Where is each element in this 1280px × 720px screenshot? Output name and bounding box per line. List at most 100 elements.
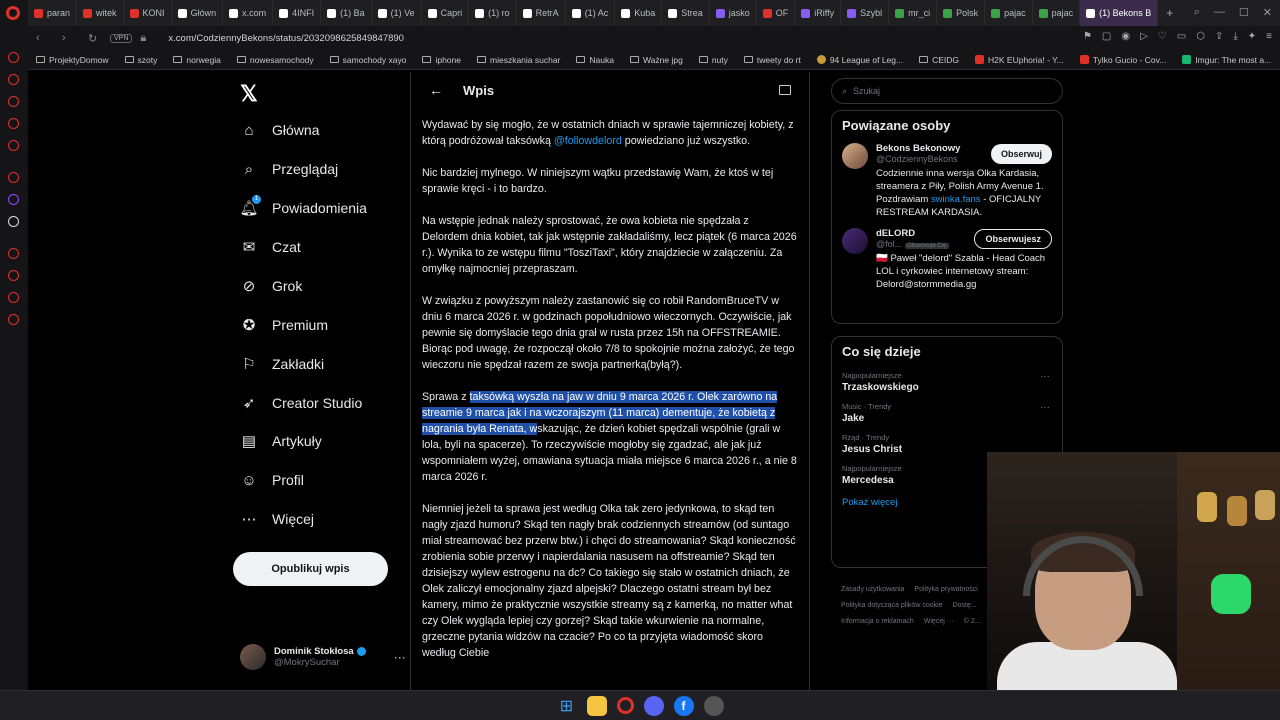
- browser-tab[interactable]: Strea: [662, 0, 710, 26]
- browser-tab[interactable]: (1) ro: [469, 0, 517, 26]
- reader-mode-icon[interactable]: [779, 85, 791, 95]
- browser-tab[interactable]: (1) Ba: [321, 0, 372, 26]
- menu-icon[interactable]: ≡: [1266, 31, 1272, 42]
- follow-button[interactable]: Obserwuj: [990, 144, 1052, 164]
- bookmark-folder[interactable]: nuty: [691, 55, 736, 65]
- browser-tab[interactable]: x.com: [223, 0, 274, 26]
- x-icon[interactable]: [8, 216, 19, 227]
- post-button[interactable]: Opublikuj wpis: [233, 552, 388, 586]
- bookmark-link[interactable]: Tylko Gucio - Cov...: [1072, 55, 1175, 65]
- mention-link[interactable]: @followdelord: [554, 135, 622, 147]
- wallet-icon[interactable]: ▭: [1177, 31, 1186, 42]
- browser-tab[interactable]: KONI: [124, 0, 172, 26]
- search-input[interactable]: ⌕ Szukaj: [831, 78, 1063, 104]
- url-field[interactable]: x.com/CodziennyBekons/status/20320986258…: [168, 33, 404, 44]
- search-tabs-icon[interactable]: ⌕: [1194, 6, 1200, 19]
- trend-more-icon[interactable]: ···: [1040, 371, 1050, 382]
- snapshot-icon[interactable]: ▢: [1102, 31, 1111, 42]
- opera-logo-icon[interactable]: [6, 6, 20, 20]
- minimize-icon[interactable]: —: [1214, 6, 1225, 19]
- sidebar-app-icon[interactable]: [8, 118, 19, 129]
- maximize-icon[interactable]: ☐: [1239, 6, 1249, 19]
- footer-link[interactable]: Więcej ···: [924, 618, 954, 625]
- bookmark-folder[interactable]: tweety do rt: [736, 55, 809, 65]
- trend-more-icon[interactable]: ···: [1040, 402, 1050, 413]
- post-text[interactable]: Wydawać by się mogło, że w ostatnich dni…: [411, 108, 809, 661]
- browser-tab[interactable]: Capri: [422, 0, 470, 26]
- browser-tab[interactable]: witek: [77, 0, 124, 26]
- x-logo-icon[interactable]: 𝕏: [240, 81, 258, 107]
- bookmark-folder[interactable]: mieszkania suchar: [469, 55, 568, 65]
- nav-premium[interactable]: ✪ Premium: [240, 316, 328, 334]
- footer-link[interactable]: Zasady użytkowania: [841, 586, 904, 593]
- nav-creator-studio[interactable]: ➶ Creator Studio: [240, 394, 363, 412]
- account-more-icon[interactable]: ···: [394, 650, 406, 664]
- browser-tab[interactable]: pajac: [985, 0, 1033, 26]
- vpn-badge[interactable]: VPN: [110, 33, 133, 43]
- sidebar-app-icon[interactable]: [8, 270, 19, 281]
- new-tab-button[interactable]: +: [1158, 6, 1181, 20]
- play-icon[interactable]: ▷: [1140, 31, 1148, 42]
- trend-item[interactable]: Najpopularniejsze Trzaskowskiego ···: [832, 366, 1062, 397]
- nav-chat[interactable]: ✉ Czat: [240, 238, 301, 256]
- bookmark-folder[interactable]: Nauka: [568, 55, 622, 65]
- browser-tab[interactable]: RetrA: [517, 0, 566, 26]
- browser-tab[interactable]: jasko: [710, 0, 757, 26]
- account-switcher[interactable]: Dominik Stokłosa @MokrySuchar ···: [240, 644, 406, 670]
- browser-tab[interactable]: OF: [757, 0, 796, 26]
- discord-icon[interactable]: [643, 695, 664, 716]
- sidebar-app-icon[interactable]: [8, 74, 19, 85]
- following-button[interactable]: Obserwujesz: [974, 229, 1052, 249]
- camera-icon[interactable]: ◉: [1121, 31, 1130, 42]
- related-person[interactable]: Bekons Bekonowy @CodziennyBekons Codzien…: [832, 140, 1062, 225]
- footer-link[interactable]: Polityka dotycząca plików cookie: [841, 602, 943, 609]
- footer-link[interactable]: Polityka prywatności: [914, 586, 977, 593]
- browser-tab[interactable]: Kuba: [615, 0, 663, 26]
- nav-articles[interactable]: ▤ Artykuły: [240, 432, 322, 450]
- reload-icon[interactable]: ↻: [88, 32, 106, 45]
- file-explorer-icon[interactable]: [586, 695, 607, 716]
- nav-home[interactable]: ⌂ Główna: [240, 121, 319, 139]
- nav-notifications[interactable]: 🔔︎ 1 Powiadomienia: [239, 195, 367, 217]
- related-person[interactable]: dELORD @fol... Obserwuje Cię 🇵🇱 Paweł "de…: [832, 225, 1062, 297]
- sidebar-app-icon[interactable]: [8, 140, 19, 151]
- nav-explore[interactable]: ⌕ Przeglądaj: [240, 160, 338, 178]
- bookmark-folder[interactable]: szoty: [117, 55, 166, 65]
- bookmark-link[interactable]: H2K EUphoria! - Y...: [967, 55, 1072, 65]
- sidebar-app-icon[interactable]: [8, 248, 19, 259]
- browser-tab[interactable]: Główn: [172, 0, 224, 26]
- extensions-icon[interactable]: ⬡: [1196, 31, 1205, 42]
- bookmark-icon[interactable]: ⚑: [1083, 31, 1092, 42]
- back-arrow-icon[interactable]: ←: [429, 82, 443, 98]
- footer-link[interactable]: Informacja o reklamach: [841, 618, 914, 625]
- sidebar-app-icon[interactable]: [8, 172, 19, 183]
- trend-item[interactable]: Music · Trendy Jake ···: [832, 397, 1062, 428]
- bookmark-folder[interactable]: samochody xayo: [322, 55, 415, 65]
- bookmark-link[interactable]: CEIDG: [911, 55, 967, 65]
- sidebar-app-icon[interactable]: [8, 52, 19, 63]
- browser-tab[interactable]: iRiffy: [795, 0, 842, 26]
- nav-bookmarks[interactable]: ⚐ Zakładki: [240, 355, 324, 373]
- bookmark-link[interactable]: Imgur: The most a...: [1174, 55, 1279, 65]
- bookmark-link[interactable]: 94 League of Leg...: [809, 55, 911, 65]
- browser-tab[interactable]: (1) Ac: [566, 0, 616, 26]
- opera-icon[interactable]: [616, 697, 634, 714]
- heart-icon[interactable]: ♡: [1158, 31, 1167, 42]
- browser-tab[interactable]: (1) Ve: [372, 0, 422, 26]
- bookmark-folder[interactable]: nowesamochody: [229, 55, 322, 65]
- browser-tab[interactable]: Polsk: [937, 0, 986, 26]
- back-icon[interactable]: ‹: [36, 32, 54, 44]
- bookmark-folder[interactable]: norwegia: [165, 55, 229, 65]
- bookmark-folder[interactable]: Ważne jpg: [622, 55, 691, 65]
- facebook-icon[interactable]: f: [673, 695, 694, 716]
- bookmark-folder[interactable]: iphone: [414, 55, 469, 65]
- nav-profile[interactable]: ☺ Profil: [240, 471, 304, 489]
- nav-grok[interactable]: ⊘ Grok: [240, 277, 303, 295]
- nav-more[interactable]: ⋯ Więcej: [240, 510, 315, 528]
- share-icon[interactable]: ⇪: [1215, 31, 1223, 42]
- bio-link[interactable]: swinka.fans: [931, 194, 981, 205]
- browser-tab[interactable]: Szybl: [841, 0, 890, 26]
- sidebar-app-icon[interactable]: [8, 292, 19, 303]
- footer-link[interactable]: Dostę...: [953, 602, 977, 609]
- aria-ai-icon[interactable]: ✦: [1248, 31, 1256, 42]
